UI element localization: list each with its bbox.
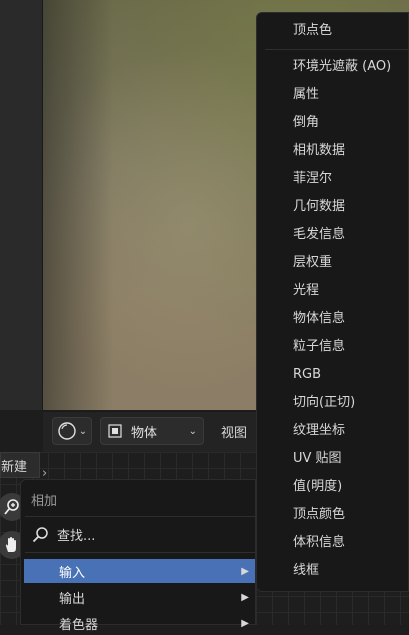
submenu-item-camera-data[interactable]: 相机数据: [293, 137, 345, 165]
object-mode-icon: [108, 424, 122, 438]
submenu-item-wireframe[interactable]: 线框: [293, 557, 319, 585]
submenu-arrow-icon: ▶: [241, 591, 249, 603]
menu-item-label: 输出: [59, 591, 86, 607]
hand-icon: [5, 537, 16, 552]
mode-label: 物体: [131, 425, 158, 441]
submenu-item-volume-info[interactable]: 体积信息: [293, 529, 345, 557]
sphere-shading-icon: [58, 422, 76, 440]
submenu-item-uv-map[interactable]: UV 贴图: [293, 445, 342, 473]
submenu-arrow-icon: ▶: [241, 617, 249, 629]
menu-item-input[interactable]: 输入 ▶: [24, 559, 255, 583]
submenu-item-geometry[interactable]: 几何数据: [293, 193, 345, 221]
chevron-down-icon: ⌄: [78, 425, 88, 437]
add-menu-title: 相加: [31, 494, 58, 509]
submenu-item-bevel[interactable]: 倒角: [293, 109, 319, 137]
submenu-item-value[interactable]: 值(明度): [293, 473, 342, 501]
menu-divider: [265, 49, 408, 50]
shading-mode-button[interactable]: ⌄: [52, 417, 92, 445]
submenu-item-attribute[interactable]: 属性: [293, 81, 319, 109]
zoom-in-icon: [4, 499, 19, 515]
chevron-down-icon: ⌄: [188, 425, 197, 437]
submenu-item-light-path[interactable]: 光程: [293, 277, 319, 305]
new-button-label: 新建: [1, 460, 28, 475]
search-icon: [32, 526, 48, 542]
menu-item-label: 着色器: [59, 617, 99, 633]
menu-item-output[interactable]: 输出 ▶: [24, 585, 255, 609]
view-menu[interactable]: 视图: [221, 422, 247, 441]
submenu-item-layer-weight[interactable]: 层权重: [293, 249, 332, 277]
submenu-item-texture-coordinate[interactable]: 纹理坐标: [293, 417, 345, 445]
submenu-item-ambient-occlusion[interactable]: 环境光遮蔽 (AO): [293, 53, 391, 81]
menu-item-shader[interactable]: 着色器 ▶: [24, 611, 255, 635]
menu-divider: [25, 516, 255, 517]
search-item[interactable]: 查找...: [31, 525, 95, 544]
submenu-item-object-info[interactable]: 物体信息: [293, 305, 345, 333]
object-mode-select[interactable]: 物体 ⌄: [100, 417, 204, 445]
new-button[interactable]: 新建: [0, 452, 40, 478]
input-submenu: 顶点色 环境光遮蔽 (AO) 属性 倒角 相机数据 菲涅尔 几何数据 毛发信息 …: [256, 12, 409, 592]
left-toolbar: [0, 0, 43, 410]
submenu-arrow-icon: ▶: [241, 565, 249, 577]
submenu-item-vertex-colors[interactable]: 顶点颜色: [293, 501, 345, 529]
submenu-item-vertex-color[interactable]: 顶点色: [293, 17, 332, 45]
menu-item-label: 输入: [59, 565, 86, 581]
submenu-item-fresnel[interactable]: 菲涅尔: [293, 165, 332, 193]
submenu-item-tangent[interactable]: 切向(正切): [293, 389, 355, 417]
menu-divider: [25, 552, 255, 553]
submenu-item-particle-info[interactable]: 粒子信息: [293, 333, 345, 361]
add-menu: 相加 查找... 输入 ▶ 输出 ▶ 着色器 ▶: [20, 479, 256, 633]
search-label: 查找...: [57, 529, 96, 544]
submenu-item-rgb[interactable]: RGB: [293, 361, 321, 389]
submenu-item-hair-info[interactable]: 毛发信息: [293, 221, 345, 249]
